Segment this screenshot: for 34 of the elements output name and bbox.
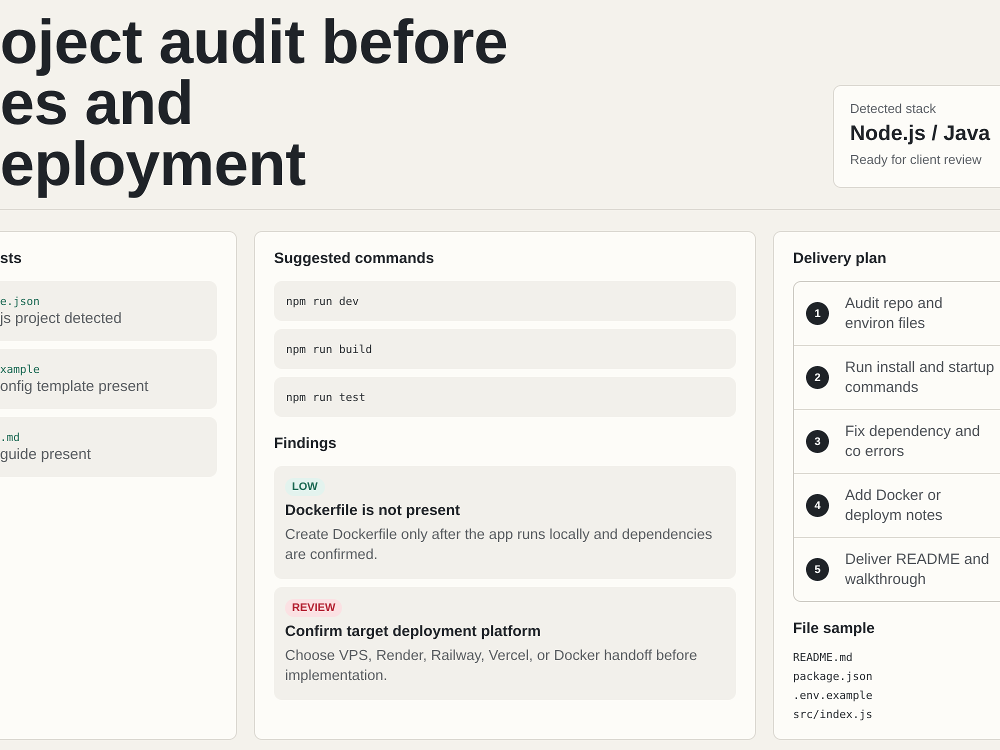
artifact-note: onfig template present bbox=[0, 378, 150, 395]
stack-value: Node.js / Java bbox=[850, 122, 990, 146]
stack-note: Ready for client review bbox=[850, 152, 982, 167]
step-text: Deliver README and walkthrough bbox=[845, 550, 990, 590]
file-name: .env.example bbox=[793, 689, 874, 702]
panel-title: sts bbox=[0, 250, 23, 267]
file-name: package.json bbox=[793, 670, 874, 683]
step-number: 4 bbox=[806, 494, 829, 517]
step-number: 2 bbox=[806, 366, 829, 389]
panel-title: Findings bbox=[274, 435, 338, 452]
panel-title: Suggested commands bbox=[274, 250, 436, 267]
finding-title: Dockerfile is not present bbox=[285, 502, 462, 519]
artifact-note: guide present bbox=[0, 446, 92, 463]
file-name: README.md bbox=[793, 651, 854, 664]
file-name: xample bbox=[0, 363, 41, 376]
panel-title: Delivery plan bbox=[793, 250, 888, 267]
step-text: Fix dependency and co errors bbox=[845, 422, 982, 462]
finding-text: Choose VPS, Render, Railway, Vercel, or Docker handoff before implementation. bbox=[285, 647, 698, 686]
step-number: 1 bbox=[806, 302, 829, 325]
finding-title: Confirm target deployment platform bbox=[285, 623, 542, 640]
severity-badge: LOW bbox=[285, 478, 325, 496]
step-text: Add Docker or deploym notes bbox=[845, 486, 944, 526]
step-text: Run install and startup commands bbox=[845, 358, 995, 398]
severity-badge: REVIEW bbox=[285, 599, 342, 617]
file-name: src/index.js bbox=[793, 708, 874, 721]
stack-label: Detected stack bbox=[850, 101, 936, 116]
file-name: .md bbox=[0, 431, 21, 444]
artifact-note: js project detected bbox=[0, 310, 123, 327]
panel-title: File sample bbox=[793, 620, 876, 637]
step-number: 5 bbox=[806, 558, 829, 581]
step-text: Audit repo and environ files bbox=[845, 294, 944, 334]
file-name: e.json bbox=[0, 295, 41, 308]
step-number: 3 bbox=[806, 430, 829, 453]
finding-text: Create Dockerfile only after the app runs locally and dependencies are confirmed. bbox=[285, 526, 714, 565]
